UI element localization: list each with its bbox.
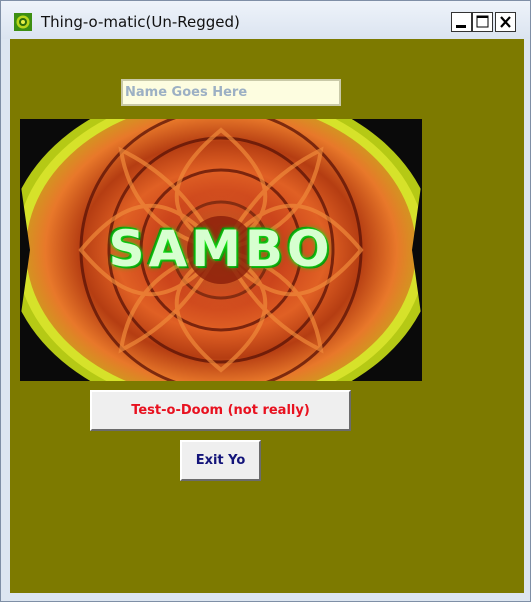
sambo-artwork: SAMBO [20, 119, 422, 381]
maximize-button[interactable] [472, 12, 493, 32]
app-gear-icon[interactable] [14, 13, 32, 31]
maximize-icon [476, 15, 489, 28]
artwork-title: SAMBO [108, 220, 334, 278]
exit-button[interactable]: Exit Yo [180, 440, 261, 481]
title-bar[interactable]: Thing-o-matic(Un-Regged) [1, 1, 530, 39]
test-o-doom-button[interactable]: Test-o-Doom (not really) [90, 390, 351, 431]
minimize-icon [456, 25, 466, 28]
name-input[interactable] [121, 79, 341, 106]
close-button[interactable] [495, 12, 516, 32]
form-client-area: SAMBO Test-o-Doom (not really) Exit Yo [10, 39, 524, 593]
app-window: Thing-o-matic(Un-Regged) Name Goes Here … [0, 0, 531, 602]
window-title: Thing-o-matic(Un-Regged) [41, 13, 240, 31]
minimize-button[interactable] [451, 12, 472, 32]
close-icon [500, 16, 511, 28]
